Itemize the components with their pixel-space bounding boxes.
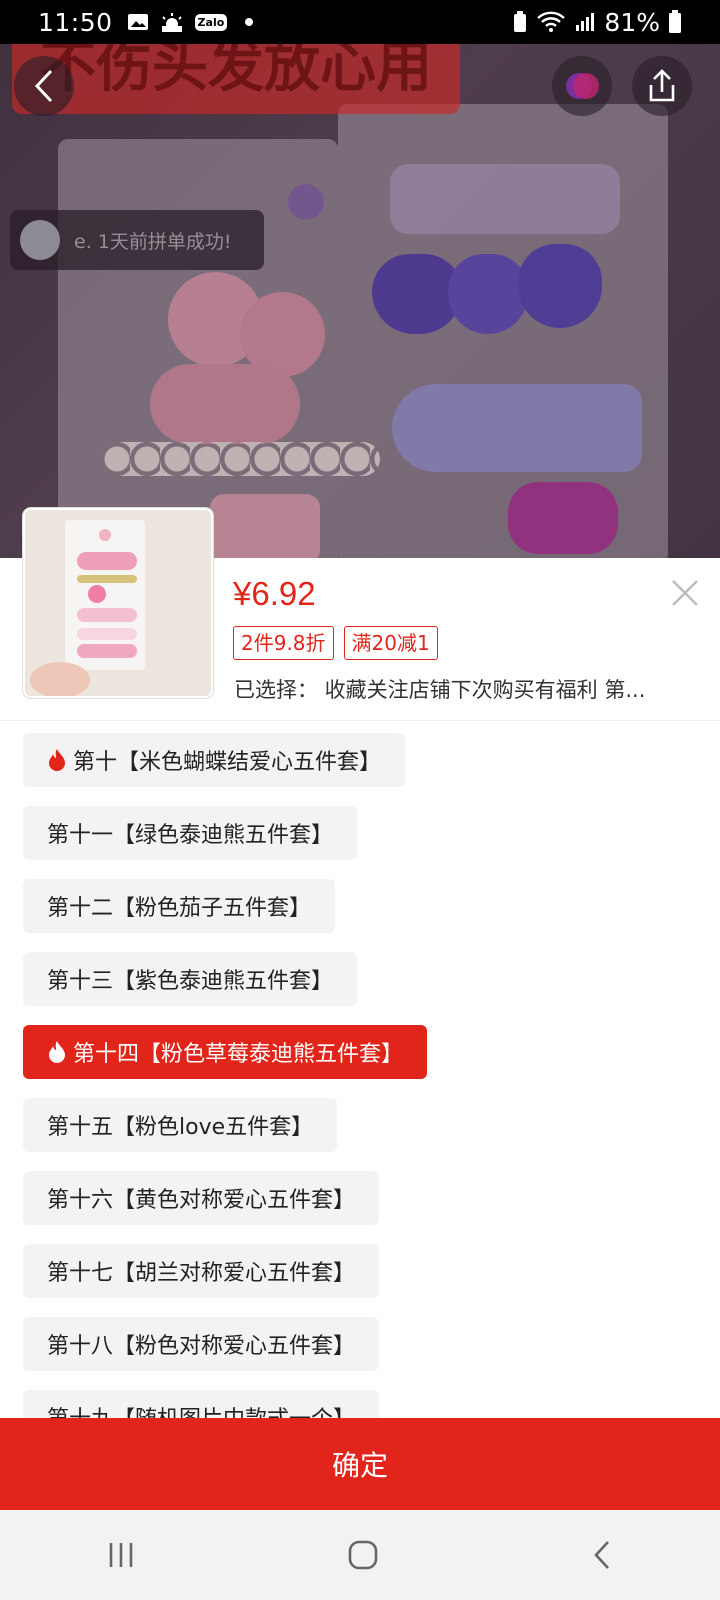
cart-icon [566,73,599,99]
option-label: 第十【米色蝴蝶结爱心五件套】 [73,750,382,775]
share-icon [649,69,675,102]
option-chip[interactable]: 第十二【粉色茄子五件套】 [23,879,336,933]
selected-option-text: 已选择： 收藏关注店铺下次购买有福利 第... [234,678,646,702]
option-label: 第十五【粉色love五件套】 [47,1115,314,1140]
status-bar: 11:50 Zalo 81% [0,0,720,44]
system-nav-bar [0,1510,720,1600]
option-label: 第十三【紫色泰迪熊五件套】 [47,969,334,994]
signal-icon [576,13,595,31]
flame-icon [47,748,67,772]
cart-button[interactable] [552,56,612,116]
option-chip[interactable]: 第十五【粉色love五件套】 [23,1098,338,1152]
product-image: 不伤头发放心用 e. 1天前拼单成功! [0,44,720,558]
option-chip[interactable]: 第十八【粉色对称爱心五件套】 [23,1317,380,1371]
option-chip-selected[interactable]: 第十四【粉色草莓泰迪熊五件套】 [23,1025,428,1079]
flame-icon [47,1040,67,1064]
option-label: 第十二【粉色茄子五件套】 [47,896,312,921]
zalo-icon: Zalo [194,13,228,31]
option-chip[interactable]: 第十一【绿色泰迪熊五件套】 [23,806,358,860]
promo-tag: 满20减1 [343,626,438,660]
confirm-button[interactable]: 确定 [0,1418,720,1510]
thumbnail-image [25,510,211,696]
option-label: 第十七【胡兰对称爱心五件套】 [47,1261,356,1286]
notification-dot-icon [245,18,254,26]
product-price: ¥6.92 [233,575,316,612]
wifi-icon [537,11,566,32]
group-buy-toast: e. 1天前拼单成功! [10,210,264,270]
option-label: 第十四【粉色草莓泰迪熊五件套】 [73,1042,404,1067]
hero-dim [0,44,720,558]
option-chip[interactable]: 第十【米色蝴蝶结爱心五件套】 [23,733,406,787]
battery-percent: 81% [604,7,660,37]
product-thumbnail[interactable] [23,508,213,698]
share-button[interactable] [632,56,692,116]
gallery-icon [127,14,148,30]
promo-tag: 2件9.8折 [233,626,334,660]
toast-text: e. 1天前拼单成功! [74,230,232,253]
battery-saver-icon [514,11,527,32]
back-nav-icon[interactable] [590,1539,614,1571]
status-time: 11:50 [38,7,113,37]
option-chip[interactable]: 第十六【黄色对称爱心五件套】 [23,1171,380,1225]
close-icon[interactable] [670,578,700,608]
back-button[interactable] [14,56,74,116]
option-label: 第十八【粉色对称爱心五件套】 [47,1334,356,1359]
option-chip[interactable]: 第十三【紫色泰迪熊五件套】 [23,952,358,1006]
battery-icon [669,10,681,33]
weather-icon [161,13,182,32]
avatar [20,220,60,260]
divider [0,720,720,721]
chevron-left-icon [34,69,53,103]
hero-banner: 不伤头发放心用 [12,44,460,114]
option-chip[interactable]: 第十七【胡兰对称爱心五件套】 [23,1244,380,1298]
promo-tags: 2件9.8折 满20减1 [233,626,438,660]
recent-apps-icon[interactable] [106,1540,136,1570]
home-icon[interactable] [347,1539,379,1571]
option-label: 第十六【黄色对称爱心五件套】 [47,1188,356,1213]
option-label: 第十一【绿色泰迪熊五件套】 [47,823,334,848]
